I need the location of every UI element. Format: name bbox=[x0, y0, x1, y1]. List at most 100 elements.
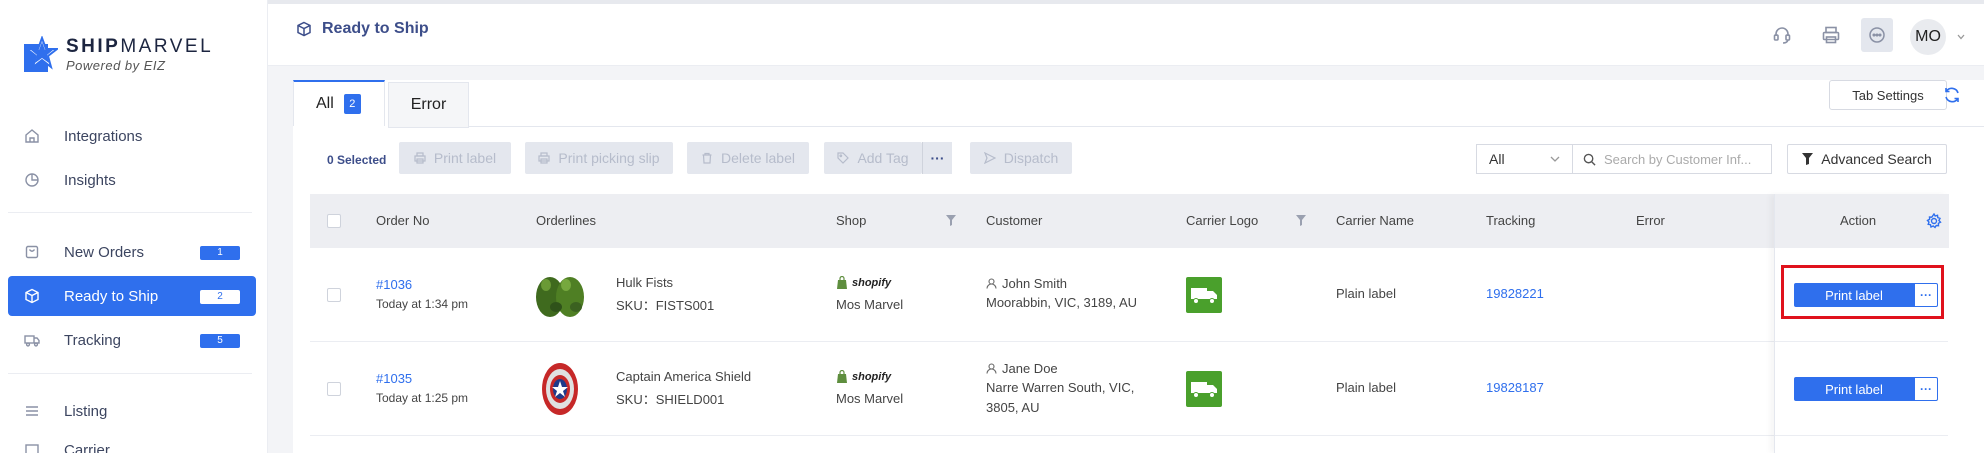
tab-error[interactable]: Error bbox=[388, 82, 469, 128]
bulk-action-toolbar: 0 Selected Print label Print picking sli… bbox=[293, 142, 1984, 178]
user-avatar[interactable]: MO bbox=[1910, 19, 1946, 55]
action-column: Action bbox=[1774, 194, 1949, 453]
bag-icon bbox=[24, 244, 40, 260]
product-name: Captain America Shield bbox=[616, 369, 752, 384]
column-header-shop: Shop bbox=[836, 213, 867, 228]
sidebar-item-label: New Orders bbox=[64, 243, 145, 261]
sidebar-item-ready-to-ship[interactable]: Ready to Ship 2 bbox=[8, 276, 256, 316]
product-sku: SKU：FISTS001 bbox=[616, 298, 715, 313]
product-image-hulk-fists bbox=[536, 277, 584, 317]
chevron-down-icon bbox=[1550, 156, 1560, 162]
carrier-logo bbox=[1186, 371, 1222, 407]
column-filter-icon[interactable] bbox=[1296, 215, 1306, 226]
print-picking-slip-button[interactable]: Print picking slip bbox=[525, 142, 673, 174]
chevron-down-icon[interactable] bbox=[1957, 34, 1965, 40]
box-icon bbox=[297, 21, 311, 37]
column-header-carrier-name: Carrier Name bbox=[1336, 213, 1415, 228]
delete-label-button[interactable]: Delete label bbox=[687, 142, 809, 174]
product-image-captain-america-shield bbox=[542, 363, 578, 415]
home-icon bbox=[24, 128, 40, 144]
star-logo-icon bbox=[24, 36, 58, 72]
customer-search-input[interactable]: Search by Customer Inf... bbox=[1572, 144, 1772, 174]
product-name: Hulk Fists bbox=[616, 275, 674, 290]
more-actions-button[interactable]: ··· bbox=[922, 142, 952, 174]
column-header-action: Action bbox=[1840, 213, 1877, 228]
order-number-link[interactable]: #1035 bbox=[376, 371, 412, 386]
row-checkbox[interactable] bbox=[327, 288, 341, 302]
printer-icon[interactable] bbox=[1820, 24, 1842, 46]
chat-icon[interactable] bbox=[1861, 18, 1893, 52]
sidebar-item-label: Tracking bbox=[64, 331, 121, 349]
sidebar-item-label: Integrations bbox=[64, 127, 143, 145]
customer-address: Moorabbin, VIC, 3189, AU bbox=[986, 295, 1138, 310]
orders-table: Order No Orderlines Shop Customer Carrie… bbox=[310, 194, 1949, 453]
orders-panel: All 2 Error Tab Settings 0 Selected Prin… bbox=[293, 80, 1984, 453]
brand-tagline: Powered by EIZ bbox=[66, 58, 166, 73]
truck-icon bbox=[24, 332, 40, 348]
add-tag-button[interactable]: Add Tag bbox=[824, 142, 922, 174]
advanced-search-button[interactable]: Advanced Search bbox=[1787, 144, 1947, 174]
tab-count-badge: 2 bbox=[343, 94, 361, 114]
sidebar-item-listing[interactable]: Listing bbox=[8, 391, 256, 431]
filter-select[interactable]: All bbox=[1476, 144, 1572, 174]
order-time: Today at 1:34 pm bbox=[376, 297, 469, 311]
sidebar-item-tracking[interactable]: Tracking 5 bbox=[8, 320, 256, 360]
column-header-order-no[interactable]: Order No bbox=[376, 213, 429, 228]
column-header-tracking: Tracking bbox=[1486, 213, 1536, 228]
column-filter-icon[interactable] bbox=[946, 215, 956, 226]
page-title: Ready to Ship bbox=[296, 20, 429, 38]
sidebar-item-insights[interactable]: Insights bbox=[8, 160, 256, 200]
pie-chart-icon bbox=[24, 172, 40, 188]
user-icon bbox=[986, 278, 997, 289]
refresh-icon[interactable] bbox=[1943, 86, 1961, 104]
product-sku: SKU：SHIELD001 bbox=[616, 392, 725, 407]
sidebar-item-new-orders[interactable]: New Orders 1 bbox=[8, 232, 256, 272]
table-row[interactable]: #1036 Today at 1:34 pm Hulk Fists SKU：FI… bbox=[310, 248, 1948, 342]
count-badge: 2 bbox=[200, 290, 240, 304]
truck-icon bbox=[1191, 382, 1217, 398]
customer-name: Jane Doe bbox=[986, 361, 1058, 376]
shopify-bag-icon bbox=[837, 276, 847, 289]
order-number-link[interactable]: #1036 bbox=[376, 277, 412, 292]
sidebar-item-label: Listing bbox=[64, 402, 108, 420]
sidebar-item-label: Carrier bbox=[64, 441, 110, 453]
carrier-icon bbox=[24, 442, 40, 453]
selected-count: 0 Selected bbox=[327, 153, 387, 167]
tracking-number-link[interactable]: 19828221 bbox=[1486, 286, 1544, 301]
send-icon bbox=[983, 152, 996, 164]
sidebar-item-label: Ready to Ship bbox=[64, 287, 159, 305]
brand-logo[interactable]: SHIPMARVEL Powered by EIZ bbox=[22, 36, 213, 76]
action-column-header: Action bbox=[1775, 194, 1949, 248]
sidebar-item-integrations[interactable]: Integrations bbox=[8, 116, 256, 156]
row-checkbox[interactable] bbox=[327, 382, 341, 396]
tab-settings-button[interactable]: Tab Settings bbox=[1829, 80, 1947, 110]
column-header-error: Error bbox=[1636, 213, 1665, 228]
sidebar-item-carrier[interactable]: Carrier bbox=[8, 430, 256, 453]
box-icon bbox=[24, 288, 40, 304]
count-badge: 5 bbox=[200, 334, 240, 348]
select-all-checkbox[interactable] bbox=[327, 214, 341, 228]
table-row[interactable]: #1035 Today at 1:25 pm Captain America S… bbox=[310, 342, 1948, 436]
shop-name: Mos Marvel bbox=[836, 391, 904, 406]
column-header-customer: Customer bbox=[986, 213, 1043, 228]
tab-all[interactable]: All 2 bbox=[293, 80, 385, 126]
column-header-orderlines: Orderlines bbox=[536, 213, 596, 228]
customer-name: John Smith bbox=[986, 276, 1067, 291]
dispatch-button[interactable]: Dispatch bbox=[970, 142, 1072, 174]
truck-icon bbox=[1191, 288, 1217, 304]
tracking-number-link[interactable]: 19828187 bbox=[1486, 380, 1544, 395]
carrier-logo bbox=[1186, 277, 1222, 313]
list-icon bbox=[24, 403, 40, 419]
shopify-bag-icon bbox=[837, 370, 847, 383]
search-icon bbox=[1583, 153, 1596, 166]
sidebar-divider bbox=[8, 373, 252, 374]
shop-platform-logo: shopify bbox=[836, 370, 891, 383]
sidebar-divider bbox=[8, 212, 252, 213]
table-header: Order No Orderlines Shop Customer Carrie… bbox=[310, 194, 1948, 248]
shop-name: Mos Marvel bbox=[836, 297, 904, 312]
page-header: Ready to Ship MO bbox=[268, 4, 1984, 66]
gear-icon[interactable] bbox=[1926, 213, 1942, 229]
printer-icon bbox=[414, 152, 426, 164]
print-label-button[interactable]: Print label bbox=[399, 142, 511, 174]
support-headset-icon[interactable] bbox=[1771, 24, 1793, 46]
